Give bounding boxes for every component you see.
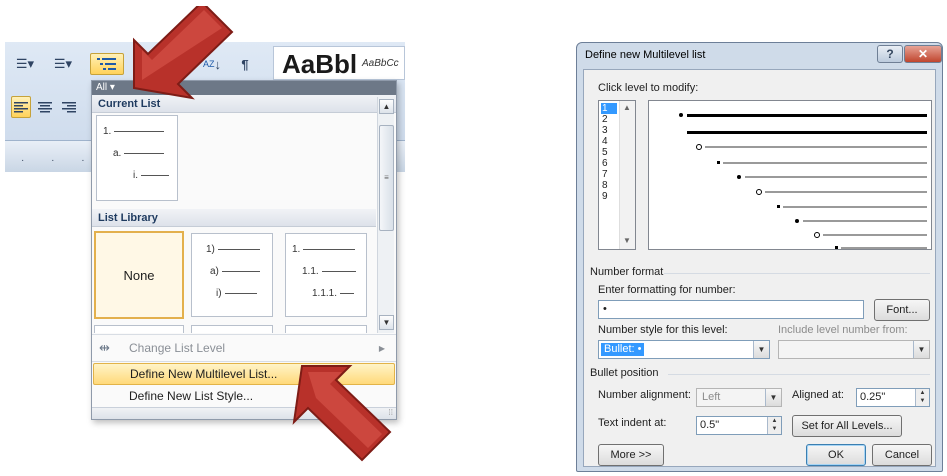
define-new-list-style-label: Define New List Style... (129, 389, 254, 403)
tile-level: 1.1. (302, 266, 356, 277)
indent-icon: ⇹ (99, 340, 110, 355)
text-indent-label: Text indent at: (598, 417, 667, 429)
group-divider (668, 374, 930, 375)
tile-level: a) (210, 266, 260, 277)
current-list-thumbnail[interactable]: 1. a. i. (96, 115, 178, 201)
include-level-select: ▼ (778, 340, 930, 359)
bullet-position-group-label: Bullet position (590, 367, 659, 379)
number-format-group-label: Number format (590, 266, 664, 278)
font-button[interactable]: Font... (874, 299, 930, 321)
pointer-arrow-icon (133, 6, 234, 100)
pointer-arrow-icon (292, 365, 392, 462)
spinner-arrows-icon[interactable]: ▲ ▼ (767, 417, 781, 434)
style-sample-small[interactable]: AaBbCc (362, 58, 399, 69)
level-item[interactable]: 5 (601, 147, 617, 158)
change-list-level-item[interactable]: ⇹ Change List Level ▶ (93, 337, 395, 359)
none-label: None (123, 267, 155, 283)
level-item[interactable]: 6 (601, 158, 617, 169)
text-indent-value: 0.5" (700, 419, 720, 431)
dropdown-scrollbar[interactable]: ▲ ≡ ▼ (377, 97, 394, 333)
include-level-label: Include level number from: (778, 324, 908, 336)
level-scrollbar[interactable]: ▲ ▼ (619, 101, 635, 249)
tile-level: 1) (206, 244, 260, 255)
tile-level: 1.1.1. (312, 288, 355, 299)
list-library-none[interactable]: None (94, 231, 184, 319)
help-button[interactable]: ? (877, 45, 903, 63)
level-item[interactable]: 7 (601, 169, 617, 180)
bullets-button[interactable]: ☰▾ (11, 53, 39, 75)
thumb-level: 1. (103, 126, 165, 137)
list-library-item[interactable]: 1. 1.1. 1.1.1. (285, 233, 367, 317)
align-left-button[interactable] (11, 96, 31, 118)
number-style-value: Bullet: • (601, 343, 645, 356)
number-style-select[interactable]: Bullet: • ▼ (598, 340, 770, 359)
spinner-arrows-icon[interactable]: ▲ ▼ (915, 389, 929, 406)
ok-button[interactable]: OK (806, 444, 866, 466)
style-sample-large[interactable]: AaBbl (282, 49, 357, 80)
list-library-item[interactable] (94, 325, 184, 333)
group-divider (664, 273, 930, 274)
chevron-down-icon: ▼ (765, 389, 781, 406)
thumb-level: a. (113, 148, 165, 159)
align-left-icon (14, 102, 28, 113)
tile-level: 1. (292, 244, 356, 255)
styles-gallery[interactable]: AaBbl AaBbCc (273, 46, 405, 80)
scroll-thumb[interactable]: ≡ (379, 125, 394, 231)
level-item[interactable]: 4 (601, 136, 617, 147)
list-preview (648, 100, 932, 250)
submenu-arrow-icon: ▶ (378, 343, 385, 353)
level-item[interactable]: 3 (601, 125, 617, 136)
preview-lines (679, 113, 927, 249)
align-right-icon (62, 102, 76, 113)
level-item[interactable]: 1 (601, 103, 617, 114)
define-new-multilevel-list-label: Define New Multilevel List... (130, 367, 278, 381)
number-alignment-select: Left ▼ (696, 388, 782, 407)
list-library-item[interactable]: 1) a) i) (191, 233, 273, 317)
multilevel-list-button[interactable] (90, 53, 124, 75)
tile-level: i) (216, 288, 257, 299)
number-format-input[interactable]: • (598, 300, 864, 319)
list-library-item[interactable] (191, 325, 273, 333)
numbering-button[interactable]: ☰▾ (49, 53, 77, 75)
list-library-header: List Library (92, 209, 376, 227)
chevron-down-icon: ▼ (913, 341, 929, 358)
align-center-icon (38, 102, 52, 113)
menu-divider (92, 334, 396, 335)
click-level-label: Click level to modify: (598, 82, 699, 94)
align-right-button[interactable] (59, 96, 79, 118)
close-button[interactable]: ✕ (904, 45, 942, 63)
scroll-up-icon[interactable]: ▲ (379, 99, 394, 114)
multilevel-list-icon (97, 58, 116, 70)
more-button[interactable]: More >> (598, 444, 664, 466)
change-list-level-label: Change List Level (129, 341, 226, 355)
dialog-client: Click level to modify: 1 2 3 4 5 6 7 8 9… (583, 69, 936, 467)
thumb-level: i. (133, 170, 169, 181)
list-library-item[interactable] (285, 325, 367, 333)
level-item[interactable]: 9 (601, 191, 617, 202)
number-alignment-label: Number alignment: (598, 389, 691, 401)
enter-formatting-label: Enter formatting for number: (598, 284, 736, 296)
number-style-label: Number style for this level: (598, 324, 728, 336)
aligned-at-spinner[interactable]: 0.25" ▲ ▼ (856, 388, 930, 407)
aligned-at-label: Aligned at: (792, 389, 844, 401)
level-listbox[interactable]: 1 2 3 4 5 6 7 8 9 ▲ ▼ (598, 100, 636, 250)
define-multilevel-list-dialog: Define new Multilevel list ? ✕ Click lev… (576, 42, 943, 472)
level-item[interactable]: 8 (601, 180, 617, 191)
aligned-at-value: 0.25" (860, 391, 886, 403)
align-center-button[interactable] (35, 96, 55, 118)
number-alignment-value: Left (702, 391, 721, 403)
show-formatting-button[interactable]: ¶ (235, 53, 255, 75)
scroll-down-icon[interactable]: ▼ (623, 236, 631, 245)
set-for-all-levels-button[interactable]: Set for All Levels... (792, 415, 902, 437)
cancel-button[interactable]: Cancel (872, 444, 932, 466)
text-indent-spinner[interactable]: 0.5" ▲ ▼ (696, 416, 782, 435)
scroll-down-icon[interactable]: ▼ (379, 315, 394, 330)
scroll-up-icon[interactable]: ▲ (623, 103, 631, 112)
chevron-down-icon[interactable]: ▼ (753, 341, 769, 358)
level-item[interactable]: 2 (601, 114, 617, 125)
